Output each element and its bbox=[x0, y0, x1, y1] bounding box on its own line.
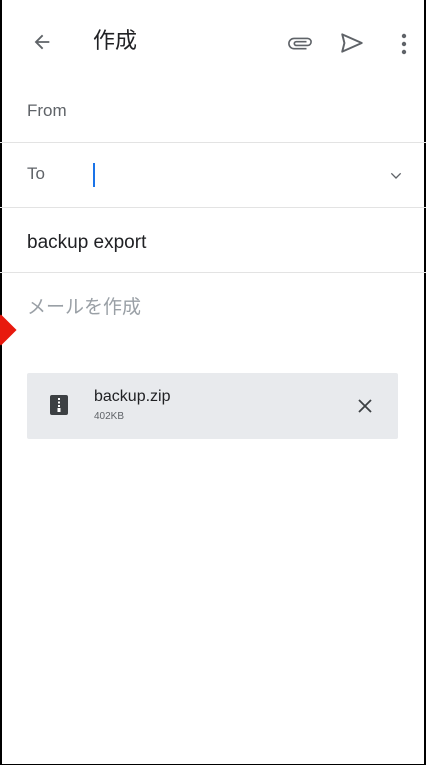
attachment-name: backup.zip bbox=[94, 388, 171, 405]
attachment-chip[interactable]: backup.zip 402KB bbox=[27, 373, 398, 439]
attachment-size: 402KB bbox=[94, 411, 125, 422]
app-bar: 作成 bbox=[0, 0, 426, 88]
to-field[interactable]: To bbox=[0, 143, 426, 207]
paperclip-icon bbox=[288, 37, 312, 50]
back-button[interactable] bbox=[26, 26, 58, 58]
to-label: To bbox=[27, 164, 45, 183]
text-cursor bbox=[93, 163, 95, 187]
subject-field[interactable]: backup export bbox=[0, 208, 426, 272]
from-field[interactable]: From bbox=[0, 88, 426, 142]
more-vert-icon bbox=[401, 33, 407, 55]
attach-button[interactable] bbox=[283, 26, 317, 60]
send-button[interactable] bbox=[335, 26, 369, 60]
remove-attachment-button[interactable] bbox=[352, 393, 378, 419]
zip-file-icon bbox=[50, 395, 68, 415]
arrow-left-icon bbox=[34, 34, 50, 50]
from-label: From bbox=[27, 101, 67, 120]
page-title: 作成 bbox=[93, 29, 138, 54]
compose-body[interactable]: メールを作成 bbox=[0, 273, 426, 343]
send-icon bbox=[341, 33, 363, 53]
chevron-down-icon bbox=[390, 172, 402, 179]
expand-recipients-button[interactable] bbox=[385, 165, 407, 187]
more-options-button[interactable] bbox=[392, 28, 416, 60]
body-placeholder: メールを作成 bbox=[27, 296, 142, 318]
close-icon bbox=[358, 399, 372, 413]
subject-text: backup export bbox=[27, 232, 147, 253]
